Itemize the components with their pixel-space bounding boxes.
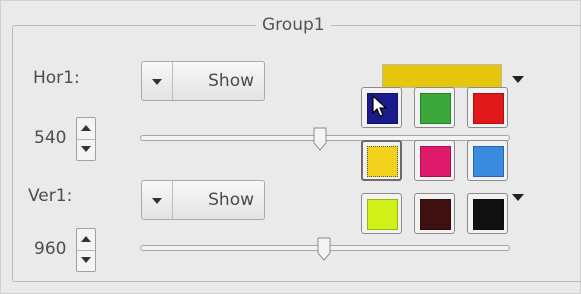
swatch-green[interactable] bbox=[414, 87, 455, 128]
hor-spinner[interactable] bbox=[76, 117, 96, 161]
current-color-bar[interactable] bbox=[382, 64, 502, 88]
group-title: Group1 bbox=[256, 15, 331, 35]
swatch-fill bbox=[473, 199, 504, 230]
hor-spin-down-icon[interactable] bbox=[77, 139, 95, 160]
swatch-fill bbox=[473, 93, 504, 124]
ver-spinner[interactable] bbox=[76, 228, 96, 272]
ver-label: Ver1: bbox=[28, 186, 73, 206]
swatch-red[interactable] bbox=[467, 87, 508, 128]
swatch-brown[interactable] bbox=[414, 193, 455, 234]
swatch-navy[interactable] bbox=[361, 87, 402, 128]
palette-more-arrow-icon[interactable] bbox=[512, 194, 524, 201]
swatch-fill bbox=[367, 199, 398, 230]
swatch-magenta[interactable] bbox=[414, 140, 455, 181]
ver-spin-down-icon[interactable] bbox=[77, 250, 95, 271]
swatch-fill bbox=[420, 199, 451, 230]
swatch-lime[interactable] bbox=[361, 193, 402, 234]
hor-label: Hor1: bbox=[33, 68, 80, 88]
hor-visibility-combo[interactable]: Show bbox=[141, 61, 265, 101]
hor-spin-up-icon[interactable] bbox=[77, 118, 95, 140]
hor-visibility-value: Show bbox=[208, 71, 254, 91]
hor-value: 540 bbox=[34, 128, 67, 148]
ver-visibility-value: Show bbox=[208, 190, 254, 210]
ver-slider-handle[interactable] bbox=[317, 237, 331, 261]
swatch-fill bbox=[420, 93, 451, 124]
ver-spin-up-icon[interactable] bbox=[77, 229, 95, 251]
swatch-fill bbox=[420, 146, 451, 177]
swatch-fill bbox=[473, 146, 504, 177]
swatch-fill bbox=[367, 146, 398, 177]
color-dropdown-arrow-icon[interactable] bbox=[512, 76, 524, 83]
hor-slider-handle[interactable] bbox=[313, 127, 327, 151]
swatch-yellow[interactable] bbox=[361, 140, 402, 181]
ver-visibility-combo[interactable]: Show bbox=[141, 180, 265, 220]
swatch-blue[interactable] bbox=[467, 140, 508, 181]
chevron-down-icon[interactable] bbox=[142, 181, 173, 219]
chevron-down-icon[interactable] bbox=[142, 62, 173, 100]
ver-value: 960 bbox=[34, 239, 67, 259]
swatch-black[interactable] bbox=[467, 193, 508, 234]
mouse-pointer-icon bbox=[372, 94, 388, 117]
